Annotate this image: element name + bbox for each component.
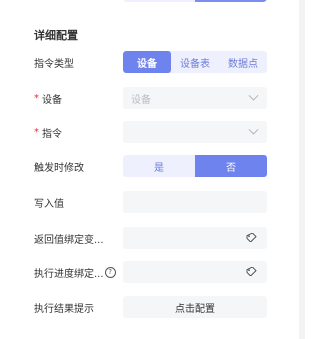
command-select[interactable] bbox=[123, 121, 267, 143]
command-type-row: 指令类型 设备 设备表 数据点 bbox=[34, 51, 267, 73]
command-type-option-device[interactable]: 设备 bbox=[123, 51, 171, 73]
required-mark: * bbox=[34, 92, 39, 104]
top-segment-left bbox=[123, 0, 195, 2]
result-prompt-row: 执行结果提示 点击配置 bbox=[34, 296, 267, 318]
write-value-input[interactable] bbox=[123, 191, 267, 213]
result-prompt-label: 执行结果提示 bbox=[34, 303, 94, 315]
top-segment-right bbox=[195, 0, 267, 2]
top-segment-fragment bbox=[123, 0, 267, 2]
device-label: * 设备 bbox=[34, 91, 123, 106]
write-value-row: 写入值 bbox=[34, 191, 267, 213]
command-type-segmented: 设备 设备表 数据点 bbox=[123, 51, 267, 73]
modify-on-trigger-yes[interactable]: 是 bbox=[123, 155, 195, 177]
tag-icon[interactable] bbox=[246, 267, 257, 276]
device-select-placeholder: 设备 bbox=[131, 94, 151, 106]
question-circle-icon[interactable]: ? bbox=[104, 266, 116, 278]
device-row: * 设备 设备 bbox=[34, 87, 267, 109]
command-row: * 指令 bbox=[34, 121, 267, 143]
return-binding-label: 返回值绑定变... bbox=[34, 234, 104, 246]
progress-binding-label: 执行进度绑定... ? bbox=[34, 265, 123, 280]
scrollbar-track[interactable] bbox=[299, 0, 305, 339]
tag-icon[interactable] bbox=[246, 233, 257, 242]
progress-binding-input[interactable] bbox=[123, 261, 267, 283]
command-type-label: 指令类型 bbox=[34, 58, 74, 70]
modify-on-trigger-label: 触发时修改 bbox=[34, 162, 84, 174]
device-label-text: 设备 bbox=[42, 94, 62, 106]
section-title: 详细配置 bbox=[34, 29, 78, 42]
modify-on-trigger-toggle: 是 否 bbox=[123, 155, 267, 177]
write-value-label: 写入值 bbox=[34, 198, 64, 210]
chevron-down-icon bbox=[248, 90, 259, 101]
progress-binding-row: 执行进度绑定... ? bbox=[34, 261, 267, 283]
return-binding-row: 返回值绑定变... bbox=[34, 227, 267, 249]
modify-on-trigger-row: 触发时修改 是 否 bbox=[34, 155, 267, 177]
configure-button[interactable]: 点击配置 bbox=[123, 296, 267, 318]
required-mark: * bbox=[34, 126, 39, 138]
command-label: * 指令 bbox=[34, 125, 123, 140]
modify-on-trigger-no[interactable]: 否 bbox=[195, 155, 267, 177]
return-binding-input[interactable] bbox=[123, 227, 267, 249]
command-label-text: 指令 bbox=[42, 128, 62, 140]
command-type-option-device-table[interactable]: 设备表 bbox=[171, 51, 219, 73]
device-select[interactable]: 设备 bbox=[123, 87, 267, 109]
chevron-down-icon bbox=[248, 124, 259, 135]
progress-binding-label-text: 执行进度绑定... bbox=[34, 268, 104, 280]
command-type-option-datapoint[interactable]: 数据点 bbox=[219, 51, 267, 73]
